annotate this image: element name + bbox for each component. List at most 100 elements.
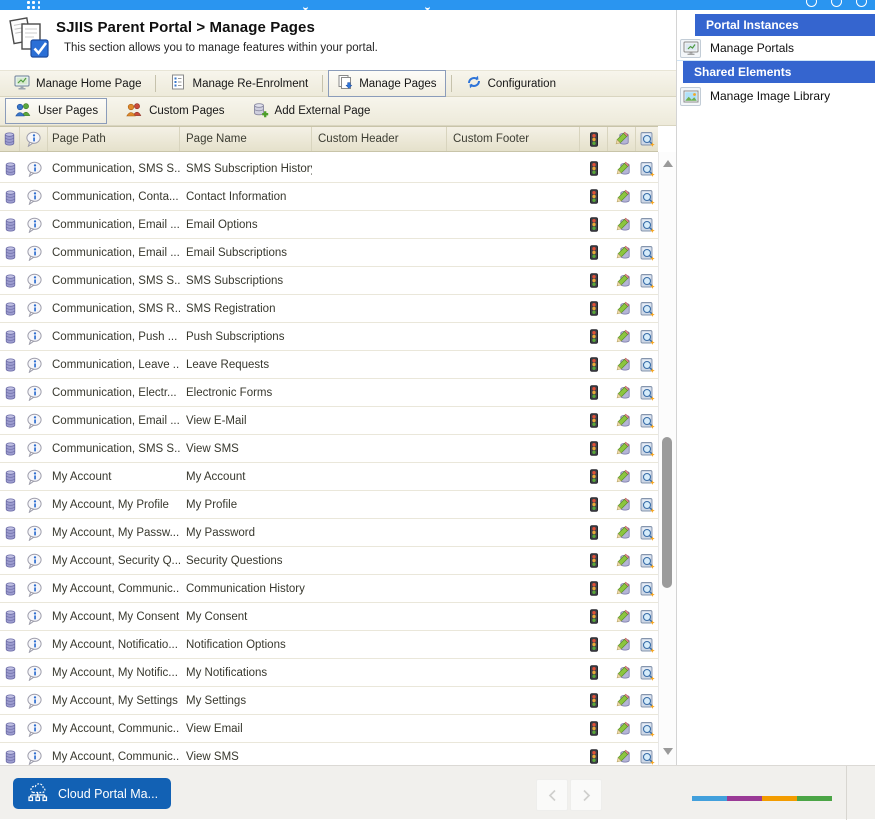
row-preview-icon[interactable] (636, 295, 658, 322)
row-info-icon[interactable] (20, 351, 48, 378)
help-circle-icon[interactable] (806, 0, 817, 7)
row-traffic-light-icon[interactable] (580, 575, 608, 602)
row-info-icon[interactable] (20, 379, 48, 406)
row-info-icon[interactable] (20, 267, 48, 294)
row-edit-icon[interactable] (608, 211, 636, 238)
row-info-icon[interactable] (20, 547, 48, 574)
table-row[interactable]: Communication, Push ... Push Subscriptio… (0, 323, 658, 351)
row-traffic-light-icon[interactable] (580, 519, 608, 546)
column-preview-icon[interactable] (636, 127, 658, 151)
row-traffic-light-icon[interactable] (580, 155, 608, 182)
row-traffic-light-icon[interactable] (580, 239, 608, 266)
column-page-name[interactable]: Page Name (180, 127, 312, 151)
tab-manage-pages[interactable]: Manage Pages (328, 70, 445, 97)
row-preview-icon[interactable] (636, 603, 658, 630)
row-edit-icon[interactable] (608, 743, 636, 765)
row-preview-icon[interactable] (636, 491, 658, 518)
table-row[interactable]: Communication, SMS S... SMS Subscription… (0, 155, 658, 183)
row-info-icon[interactable] (20, 687, 48, 714)
row-edit-icon[interactable] (608, 295, 636, 322)
row-traffic-light-icon[interactable] (580, 547, 608, 574)
table-row[interactable]: Communication, SMS S... SMS Subscription… (0, 267, 658, 295)
column-custom-footer[interactable]: Custom Footer (447, 127, 580, 151)
table-row[interactable]: Communication, Email ... Email Subscript… (0, 239, 658, 267)
row-traffic-light-icon[interactable] (580, 183, 608, 210)
row-info-icon[interactable] (20, 715, 48, 742)
row-info-icon[interactable] (20, 407, 48, 434)
tab-configuration[interactable]: Configuration (457, 70, 565, 97)
row-edit-icon[interactable] (608, 407, 636, 434)
row-preview-icon[interactable] (636, 323, 658, 350)
row-edit-icon[interactable] (608, 519, 636, 546)
pager-next-button[interactable] (570, 779, 602, 811)
settings-circle-icon[interactable] (831, 0, 842, 7)
row-traffic-light-icon[interactable] (580, 407, 608, 434)
table-row[interactable]: My Account, My Passw... My Password (0, 519, 658, 547)
row-info-icon[interactable] (20, 631, 48, 658)
row-traffic-light-icon[interactable] (580, 211, 608, 238)
row-info-icon[interactable] (20, 659, 48, 686)
tab-manage-re-enrolment[interactable]: Manage Re-Enrolment (161, 70, 317, 97)
row-edit-icon[interactable] (608, 155, 636, 182)
table-row[interactable]: Communication, Leave ... Leave Requests (0, 351, 658, 379)
column-edit-icon[interactable] (608, 127, 636, 151)
scroll-down-icon[interactable] (663, 748, 673, 755)
row-preview-icon[interactable] (636, 435, 658, 462)
row-preview-icon[interactable] (636, 547, 658, 574)
row-traffic-light-icon[interactable] (580, 295, 608, 322)
table-row[interactable]: My Account, Security Q... Security Quest… (0, 547, 658, 575)
row-traffic-light-icon[interactable] (580, 715, 608, 742)
row-traffic-light-icon[interactable] (580, 351, 608, 378)
row-edit-icon[interactable] (608, 435, 636, 462)
row-edit-icon[interactable] (608, 183, 636, 210)
row-edit-icon[interactable] (608, 379, 636, 406)
row-traffic-light-icon[interactable] (580, 603, 608, 630)
table-row[interactable]: My Account, Communic... View SMS (0, 743, 658, 765)
column-custom-header[interactable]: Custom Header (312, 127, 447, 151)
row-traffic-light-icon[interactable] (580, 463, 608, 490)
table-row[interactable]: My Account, Communic... Communication Hi… (0, 575, 658, 603)
table-row[interactable]: My Account, My Profile My Profile (0, 491, 658, 519)
row-info-icon[interactable] (20, 491, 48, 518)
table-row[interactable]: Communication, SMS R... SMS Registration (0, 295, 658, 323)
tab-user-pages[interactable]: User Pages (5, 98, 107, 124)
table-row[interactable]: My Account, My Consent My Consent (0, 603, 658, 631)
row-traffic-light-icon[interactable] (580, 491, 608, 518)
row-info-icon[interactable] (20, 239, 48, 266)
table-row[interactable]: Communication, Email ... Email Options (0, 211, 658, 239)
row-edit-icon[interactable] (608, 631, 636, 658)
row-preview-icon[interactable] (636, 239, 658, 266)
row-info-icon[interactable] (20, 435, 48, 462)
row-edit-icon[interactable] (608, 239, 636, 266)
row-info-icon[interactable] (20, 519, 48, 546)
column-traffic-light-icon[interactable] (580, 127, 608, 151)
row-preview-icon[interactable] (636, 519, 658, 546)
row-info-icon[interactable] (20, 463, 48, 490)
row-traffic-light-icon[interactable] (580, 267, 608, 294)
row-preview-icon[interactable] (636, 351, 658, 378)
tab-add-external-page[interactable]: Add External Page (243, 98, 380, 125)
row-edit-icon[interactable] (608, 715, 636, 742)
row-edit-icon[interactable] (608, 323, 636, 350)
column-info-icon[interactable] (20, 127, 48, 151)
sidebar-item-manage-image-library[interactable]: Manage Image Library (677, 83, 875, 109)
column-database-icon[interactable] (0, 127, 20, 151)
cloud-portal-manager-button[interactable]: Cloud Portal Ma... (13, 778, 171, 809)
row-preview-icon[interactable] (636, 659, 658, 686)
row-edit-icon[interactable] (608, 659, 636, 686)
account-circle-icon[interactable] (856, 0, 867, 7)
row-traffic-light-icon[interactable] (580, 323, 608, 350)
row-preview-icon[interactable] (636, 155, 658, 182)
vertical-scrollbar[interactable] (658, 152, 676, 765)
row-edit-icon[interactable] (608, 575, 636, 602)
row-preview-icon[interactable] (636, 379, 658, 406)
table-row[interactable]: My Account, My Notific... My Notificatio… (0, 659, 658, 687)
row-traffic-light-icon[interactable] (580, 379, 608, 406)
row-preview-icon[interactable] (636, 715, 658, 742)
row-preview-icon[interactable] (636, 575, 658, 602)
row-preview-icon[interactable] (636, 743, 658, 765)
scroll-up-icon[interactable] (663, 160, 673, 167)
table-row[interactable]: Communication, Email ... View E-Mail (0, 407, 658, 435)
row-edit-icon[interactable] (608, 687, 636, 714)
row-traffic-light-icon[interactable] (580, 687, 608, 714)
